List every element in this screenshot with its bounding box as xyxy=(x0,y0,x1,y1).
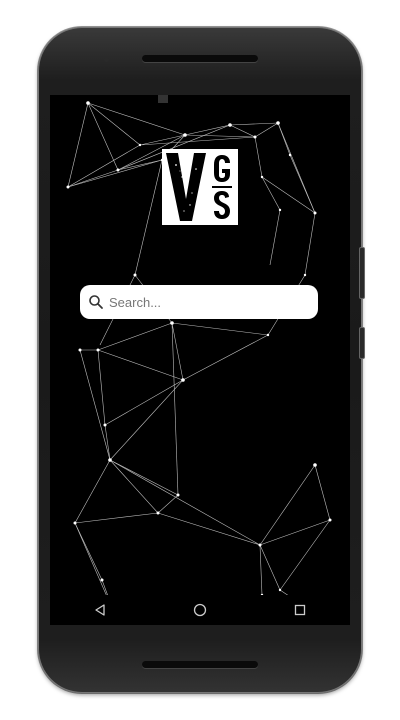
bottom-speaker xyxy=(142,661,258,668)
home-button[interactable] xyxy=(180,595,220,625)
recents-button[interactable] xyxy=(280,595,320,625)
app-logo xyxy=(162,149,238,225)
volume-button[interactable] xyxy=(359,247,365,299)
android-nav-bar xyxy=(50,595,350,625)
phone-frame xyxy=(38,27,365,693)
search-input[interactable] xyxy=(109,294,309,310)
home-icon xyxy=(193,603,207,617)
back-icon xyxy=(95,604,105,616)
back-button[interactable] xyxy=(80,595,120,625)
front-camera xyxy=(104,57,109,62)
power-button[interactable] xyxy=(359,327,365,359)
top-speaker xyxy=(142,55,258,62)
search-icon xyxy=(89,295,103,309)
screen xyxy=(50,95,350,625)
search-bar[interactable] xyxy=(80,285,318,319)
recents-icon xyxy=(294,604,306,616)
